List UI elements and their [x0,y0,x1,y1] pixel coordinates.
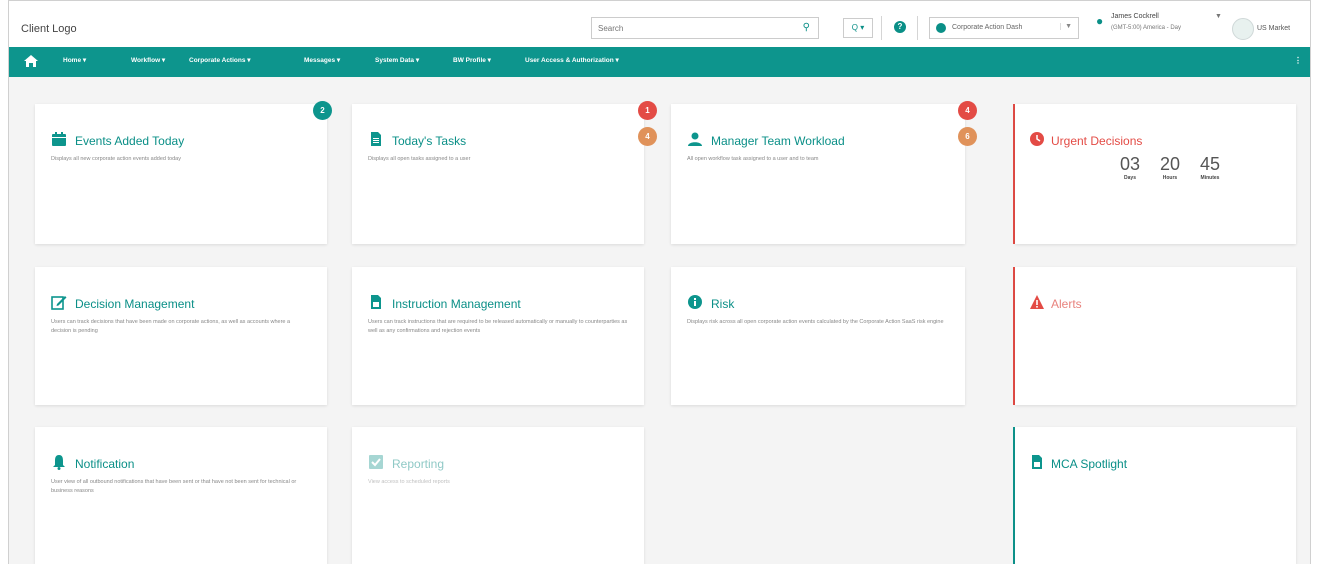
nav-workflow[interactable]: Workflow ▾ [131,56,165,64]
card-description: Displays risk across all open corporate … [687,319,944,325]
card-title: Today's Tasks [392,134,467,148]
bell-icon [53,455,65,470]
nav-messages[interactable]: Messages ▾ [304,56,340,64]
card-title: Decision Management [75,297,195,311]
search-options-button[interactable]: Q ▾ [843,18,873,38]
card-description: Displays all new corporate action events… [51,156,181,162]
events-count-badge: 2 [313,101,332,120]
nav-user-access[interactable]: User Access & Authorization ▾ [525,56,619,64]
card-title: Urgent Decisions [1051,134,1143,148]
client-logo[interactable]: Client Logo [21,23,77,35]
tasks-red-badge: 1 [638,101,657,120]
countdown-timer: 03 Days 20 Hours 45 Minutes [1115,154,1225,181]
globe-icon [936,23,946,33]
edit-icon [51,296,67,310]
chevron-down-icon: ▼ [1060,23,1072,30]
document-icon [371,132,381,146]
tasks-orange-badge: 4 [638,127,657,146]
home-icon[interactable] [23,54,39,68]
card-title: Instruction Management [392,297,521,311]
user-menu-chevron-icon[interactable]: ▼ [1215,13,1222,20]
search-box[interactable]: ⚲ [591,17,819,39]
timer-minutes: 45 Minutes [1195,154,1225,181]
card-title: MCA Spotlight [1051,457,1128,471]
card-instruction-management[interactable]: Instruction Management Users can track i… [352,267,644,405]
nav-home[interactable]: Home ▾ [63,56,86,64]
card-description: Users can track instructions that are re… [368,319,628,334]
timer-days: 03 Days [1115,154,1145,181]
top-header: Client Logo ⚲ Q ▾ ? Corporate Action Das… [9,1,1310,47]
card-title: Reporting [392,457,445,471]
search-icon[interactable]: ⚲ [803,22,810,33]
manager-orange-badge: 6 [958,127,977,146]
user-icon: ● [1096,14,1104,28]
timer-hours-value: 20 [1159,154,1181,174]
card-risk[interactable]: Risk Displays risk across all open corpo… [671,267,965,405]
timer-minutes-value: 45 [1199,154,1221,174]
card-todays-tasks[interactable]: Today's Tasks Displays all open tasks as… [352,104,644,244]
more-menu-icon[interactable]: ⋮ [1294,56,1302,65]
app-frame: Client Logo ⚲ Q ▾ ? Corporate Action Das… [8,0,1311,564]
card-description: Displays all open tasks assigned to a us… [368,156,471,162]
card-title: Manager Team Workload [711,134,845,148]
divider [917,16,918,40]
calendar-icon [52,132,66,146]
nav-system-data[interactable]: System Data ▾ [375,56,419,64]
card-decision-management[interactable]: Decision Management Users can track deci… [35,267,327,405]
timer-days-label: Days [1124,175,1136,181]
market-label[interactable]: US Market [1257,25,1290,32]
info-icon [688,295,702,309]
file-image-icon [371,295,381,309]
warning-icon [1030,295,1044,309]
card-description: View access to scheduled reports [368,479,450,485]
market-avatar[interactable] [1232,18,1254,40]
card-description: All open workflow task assigned to a use… [687,156,819,162]
card-notification[interactable]: Notification User view of all outbound n… [35,427,327,564]
timer-days-value: 03 [1119,154,1141,174]
card-reporting[interactable]: Reporting View access to scheduled repor… [352,427,644,564]
clock-icon [1030,132,1044,146]
card-title: Notification [75,457,135,471]
search-input[interactable] [592,18,792,38]
dashboard-select[interactable]: Corporate Action Dash ▼ [929,17,1079,39]
card-events-added-today[interactable]: Events Added Today Displays all new corp… [35,104,327,244]
card-title: Events Added Today [75,134,185,148]
card-description: Users can track decisions that have been… [51,319,291,334]
divider [881,16,882,40]
user-icon [688,132,702,146]
card-title: Risk [711,297,735,311]
user-name[interactable]: James Cockrell [1111,13,1159,20]
card-alerts[interactable]: Alerts [1015,267,1296,405]
main-navbar: Home ▾ Workflow ▾ Corporate Actions ▾ Me… [9,47,1310,77]
card-title: Alerts [1051,297,1082,311]
card-manager-team-workload[interactable]: Manager Team Workload All open workflow … [671,104,965,244]
check-square-icon [369,455,383,469]
file-icon [1032,455,1042,469]
nav-corporate-actions[interactable]: Corporate Actions ▾ [189,56,251,64]
card-urgent-decisions[interactable]: Urgent Decisions 03 Days 20 Hours 45 Min… [1015,104,1296,244]
help-icon[interactable]: ? [894,21,906,33]
timer-hours-label: Hours [1162,175,1178,181]
timer-hours: 20 Hours [1155,154,1185,181]
nav-bw-profile[interactable]: BW Profile ▾ [453,56,491,64]
user-timezone: (GMT-5:00) America - Day [1111,25,1182,31]
dashboard-select-value: Corporate Action Dash [952,24,1023,31]
timer-minutes-label: Minutes [1200,175,1220,181]
manager-red-badge: 4 [958,101,977,120]
card-description: User view of all outbound notifications … [51,479,297,494]
card-mca-spotlight[interactable]: MCA Spotlight [1015,427,1296,564]
